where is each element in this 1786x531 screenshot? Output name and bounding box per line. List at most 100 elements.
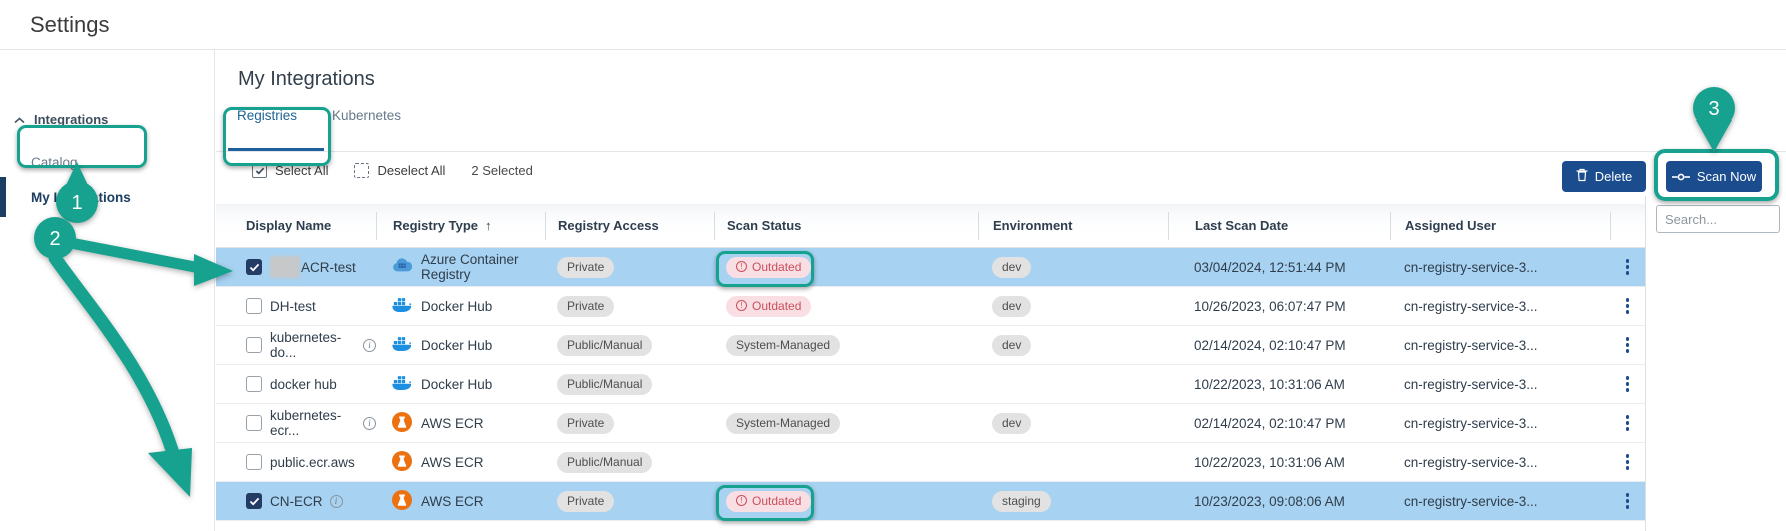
aws-ecr-icon — [392, 490, 412, 513]
access-pill: Public/Manual — [557, 374, 652, 395]
last-scan-date: 10/26/2023, 06:07:47 PM — [1194, 299, 1346, 314]
access-pill-label: Private — [567, 494, 604, 508]
sidebar-section-label: Integrations — [34, 112, 108, 127]
row-actions-kebab-icon[interactable] — [1622, 450, 1634, 474]
assigned-user: cn-registry-service-3... — [1404, 377, 1538, 392]
status-pill: ! Outdated — [726, 296, 811, 317]
header-last-scan-date[interactable]: Last Scan Date — [1168, 212, 1390, 240]
row-actions-kebab-icon[interactable] — [1622, 372, 1634, 396]
tab-registries[interactable]: Registries — [237, 108, 297, 123]
row-name: DH-test — [270, 299, 316, 314]
environment-pill: dev — [992, 257, 1031, 278]
assigned-user: cn-registry-service-3... — [1404, 338, 1538, 353]
select-all-button[interactable]: Select All — [252, 163, 328, 178]
environment-pill-label: staging — [1002, 494, 1041, 508]
table-row[interactable]: docker hub Docker Hub Public/Manual 10/2… — [216, 365, 1645, 404]
sidebar: Integrations Catalog My Integrations — [0, 50, 215, 531]
environment-pill: staging — [992, 491, 1051, 512]
sidebar-item-catalog[interactable]: Catalog — [31, 155, 78, 170]
delete-button[interactable]: Delete — [1562, 161, 1646, 192]
assigned-user: cn-registry-service-3... — [1404, 455, 1538, 470]
header-registry-type[interactable]: Registry Type↑ — [376, 212, 545, 240]
status-pill: System-Managed — [726, 413, 840, 434]
environment-pill: dev — [992, 296, 1031, 317]
row-actions-kebab-icon[interactable] — [1622, 411, 1634, 435]
row-actions-kebab-icon[interactable] — [1622, 294, 1634, 318]
environment-pill-label: dev — [1002, 338, 1021, 352]
info-icon[interactable]: i — [363, 339, 376, 352]
search-input[interactable] — [1656, 205, 1780, 233]
svg-text:3: 3 — [1708, 98, 1719, 120]
header-environment[interactable]: Environment — [978, 212, 1168, 240]
status-pill-label: Outdated — [752, 494, 801, 508]
access-pill: Private — [557, 296, 614, 317]
top-bar: Settings — [0, 0, 1786, 50]
table-row[interactable]: public.ecr.aws AWS ECR Public/Manual 10/… — [216, 443, 1645, 482]
header-registry-access[interactable]: Registry Access — [545, 212, 714, 240]
access-pill-label: Public/Manual — [567, 455, 642, 469]
scan-now-button[interactable]: Scan Now — [1666, 161, 1762, 192]
row-checkbox[interactable] — [246, 493, 262, 509]
check-icon — [249, 263, 260, 272]
assigned-user: cn-registry-service-3... — [1404, 260, 1538, 275]
row-checkbox[interactable] — [246, 259, 262, 275]
table-row[interactable]: kubernetes-ecr... i AWS ECR Private Syst… — [216, 404, 1645, 443]
row-checkbox[interactable] — [246, 454, 262, 470]
aws-ecr-icon — [392, 412, 412, 435]
access-pill: Private — [557, 491, 614, 512]
last-scan-date: 03/04/2024, 12:51:44 PM — [1194, 260, 1346, 275]
status-pill: System-Managed — [726, 335, 840, 356]
sidebar-section-integrations[interactable]: Integrations — [14, 112, 108, 127]
deselect-all-button[interactable]: Deselect All — [354, 163, 445, 178]
header-assigned-user[interactable]: Assigned User — [1390, 212, 1610, 240]
info-icon[interactable]: i — [363, 417, 376, 430]
table-row[interactable]: DH-test Docker Hub Private ! Outdated de… — [216, 287, 1645, 326]
row-actions-kebab-icon[interactable] — [1622, 489, 1634, 513]
last-scan-date: 02/14/2024, 02:10:47 PM — [1194, 416, 1346, 431]
table-row[interactable]: ACR-test Azure Container Registry Privat… — [216, 248, 1645, 287]
row-name: docker hub — [270, 377, 337, 392]
table-row[interactable]: kubernetes-do... i Docker Hub Public/Man… — [216, 326, 1645, 365]
row-name: ACR-test — [301, 260, 356, 275]
scan-pulse-icon — [1672, 172, 1690, 182]
header-scan-status[interactable]: Scan Status — [714, 212, 978, 240]
header-actions-spacer — [1610, 212, 1645, 240]
table-header: Display Name Registry Type↑ Registry Acc… — [216, 204, 1645, 248]
access-pill: Private — [557, 413, 614, 434]
status-pill-label: System-Managed — [736, 416, 830, 430]
access-pill-label: Public/Manual — [567, 338, 642, 352]
row-checkbox[interactable] — [246, 415, 262, 431]
row-name: kubernetes-do... — [270, 330, 356, 360]
right-panel-divider — [1645, 196, 1646, 531]
registry-type-label: AWS ECR — [421, 494, 484, 509]
last-scan-date: 02/14/2024, 02:10:47 PM — [1194, 338, 1346, 353]
status-pill: ! Outdated — [726, 491, 811, 512]
tab-kubernetes[interactable]: Kubernetes — [332, 108, 401, 123]
docker-hub-icon — [392, 335, 412, 355]
table-row[interactable]: CN-ECR i AWS ECR Private ! Outdated stag… — [216, 482, 1645, 521]
registry-type-label: AWS ECR — [421, 416, 484, 431]
registry-type-label: Docker Hub — [421, 299, 492, 314]
info-icon[interactable]: i — [330, 495, 343, 508]
docker-hub-icon — [392, 374, 412, 394]
row-name: public.ecr.aws — [270, 455, 355, 470]
environment-pill: dev — [992, 413, 1031, 434]
assigned-user: cn-registry-service-3... — [1404, 494, 1538, 509]
sidebar-item-my-integrations[interactable]: My Integrations — [31, 190, 131, 205]
row-actions-kebab-icon[interactable] — [1622, 333, 1634, 357]
page-title: Settings — [30, 12, 110, 38]
settings-page: Settings Integrations Catalog My Integra… — [0, 0, 1786, 531]
alert-icon: ! — [736, 300, 747, 311]
sort-ascending-icon: ↑ — [485, 218, 492, 233]
header-display-name[interactable]: Display Name — [270, 212, 376, 240]
assigned-user: cn-registry-service-3... — [1404, 299, 1538, 314]
row-checkbox[interactable] — [246, 376, 262, 392]
row-checkbox[interactable] — [246, 337, 262, 353]
checkbox-checked-icon — [252, 163, 267, 178]
row-actions-kebab-icon[interactable] — [1622, 255, 1634, 279]
row-checkbox[interactable] — [246, 298, 262, 314]
status-pill: ! Outdated — [726, 257, 811, 278]
docker-hub-icon — [392, 296, 412, 316]
last-scan-date: 10/22/2023, 10:31:06 AM — [1194, 455, 1345, 470]
selection-toolbar: Select All Deselect All 2 Selected — [252, 163, 533, 178]
